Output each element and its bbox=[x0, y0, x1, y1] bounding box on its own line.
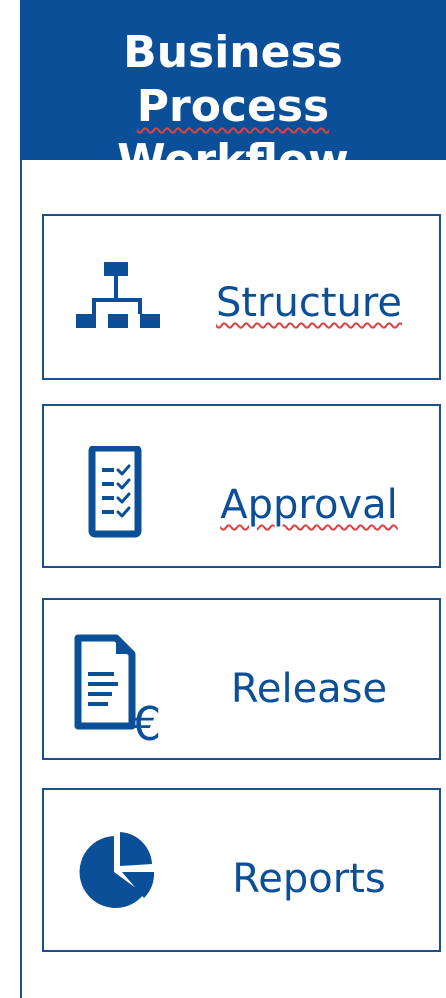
svg-text:€: € bbox=[132, 697, 161, 744]
page-title: Business Process Workflow bbox=[20, 0, 446, 188]
org-chart-icon bbox=[72, 256, 164, 340]
checklist-icon bbox=[72, 444, 164, 538]
menu-label-approval: Approval bbox=[220, 482, 398, 528]
title-line-2: Workflow bbox=[117, 135, 349, 186]
pie-chart-icon bbox=[74, 828, 166, 912]
menu-card-release[interactable]: € Release bbox=[42, 598, 441, 760]
menu-label-release: Release bbox=[230, 666, 388, 712]
menu-card-reports[interactable]: Reports bbox=[42, 788, 441, 952]
menu-card-structure[interactable]: Structure bbox=[42, 214, 441, 380]
menu-label-structure: Structure bbox=[215, 280, 403, 326]
header-banner: Business Process Workflow bbox=[20, 0, 446, 186]
title-line-1: Business Process bbox=[123, 27, 343, 132]
menu-label-reports: Reports bbox=[232, 856, 386, 902]
menu-card-approval[interactable]: Approval bbox=[42, 404, 441, 568]
document-euro-icon: € bbox=[72, 634, 164, 751]
